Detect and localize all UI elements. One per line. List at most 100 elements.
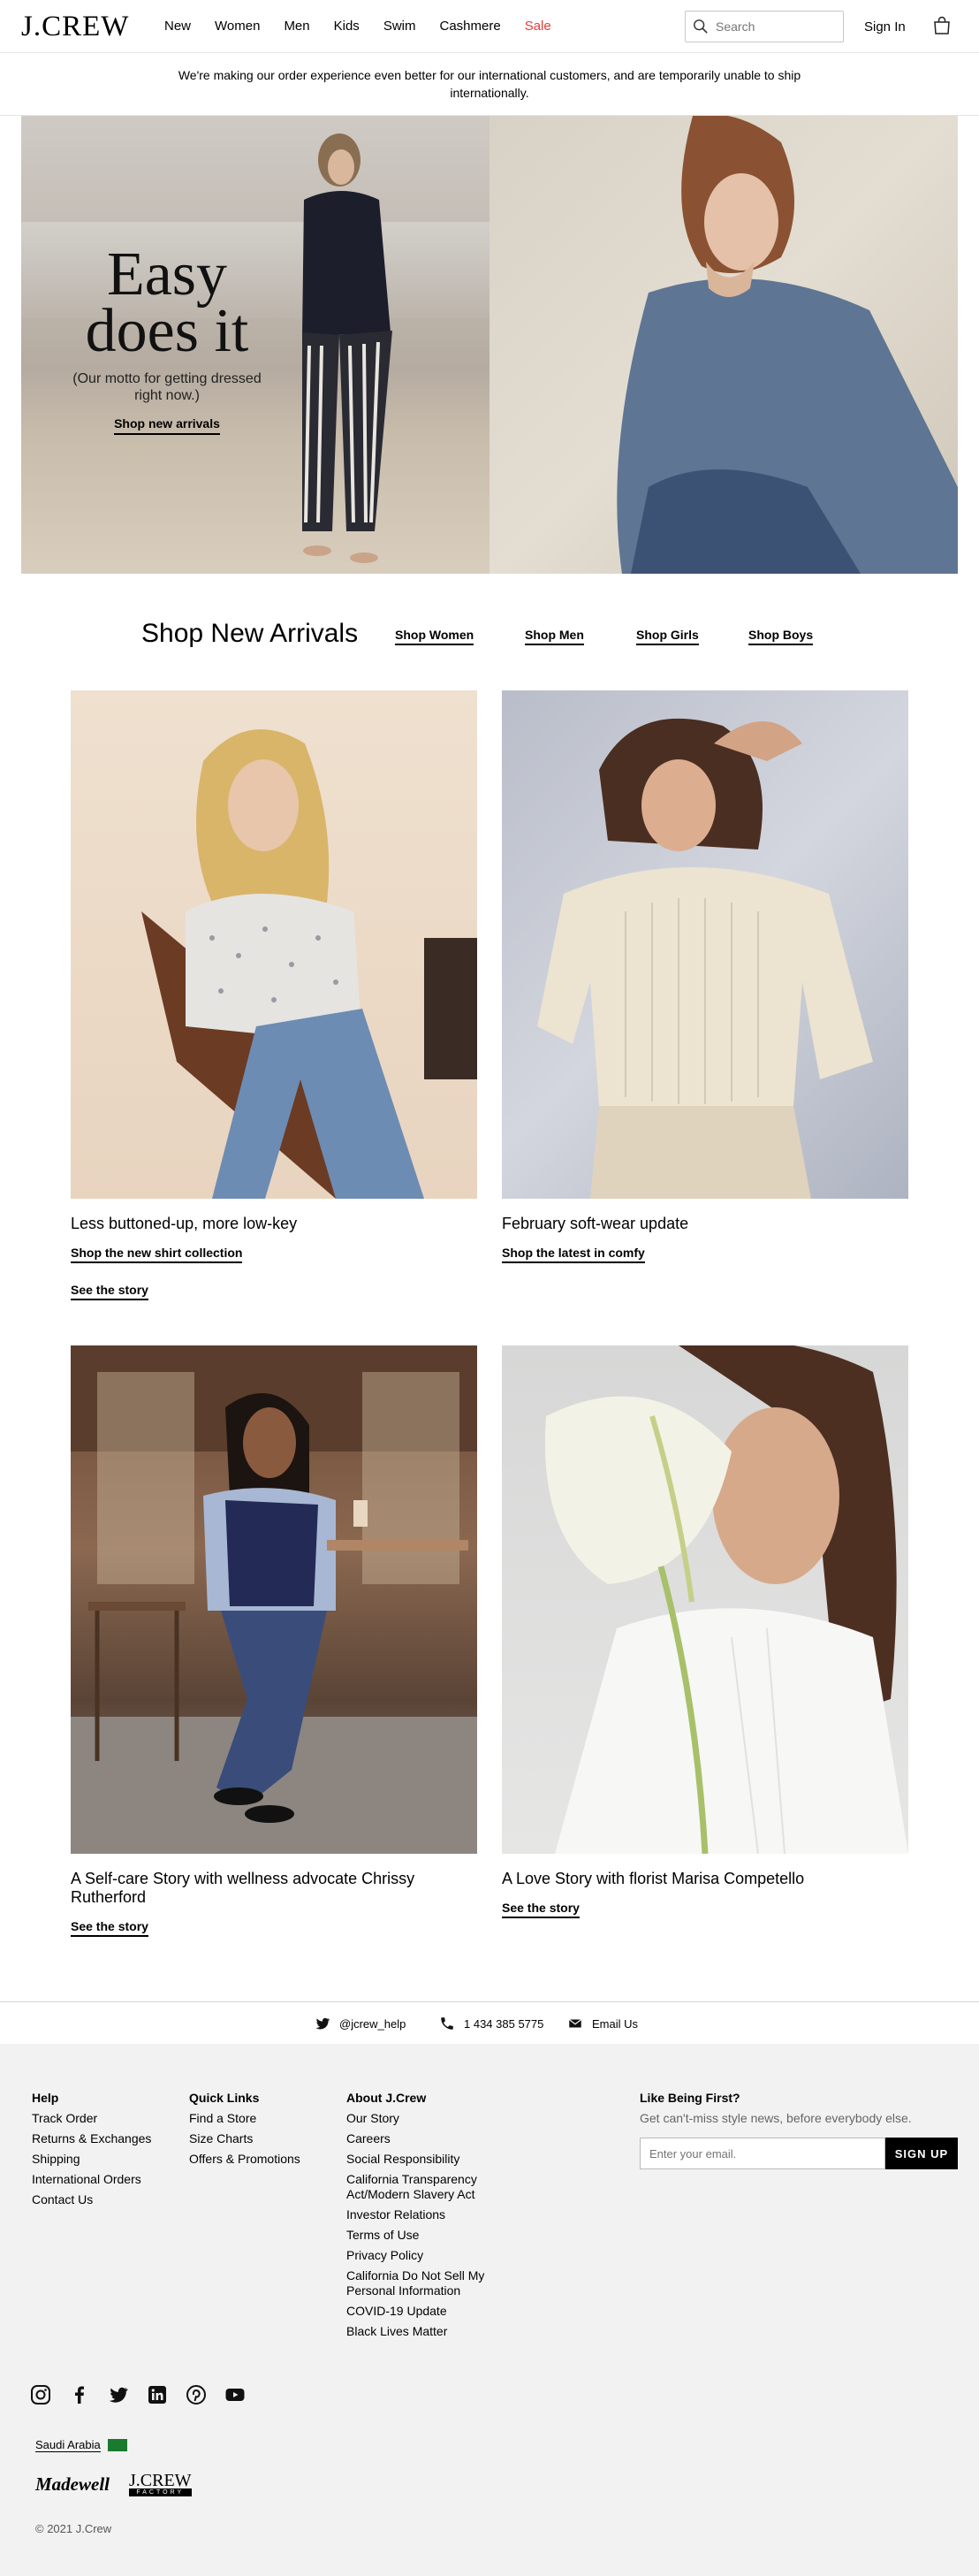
card-image-florist[interactable] bbox=[502, 1345, 908, 1854]
email-us-text: Email Us bbox=[592, 2016, 639, 2031]
shop-girls-link[interactable]: Shop Girls bbox=[636, 628, 699, 645]
newsletter-heading: Like Being First? bbox=[640, 2091, 740, 2105]
hero-beach-image[interactable]: Easy does it (Our motto for getting dres… bbox=[21, 116, 490, 574]
arrivals-title: Shop New Arrivals bbox=[141, 619, 359, 648]
footer-link-international[interactable]: International Orders bbox=[32, 2169, 151, 2190]
model-sweater-illustration bbox=[537, 718, 873, 1199]
twitter-icon-footer[interactable] bbox=[108, 2384, 129, 2405]
shop-shirt-collection-link[interactable]: Shop the new shirt collection bbox=[71, 1246, 243, 1263]
footer-link-contact[interactable]: Contact Us bbox=[32, 2190, 151, 2210]
phone-icon bbox=[441, 2017, 453, 2030]
hero-title-line1: Easy bbox=[106, 240, 228, 309]
footer-link-blm[interactable]: Black Lives Matter bbox=[346, 2321, 505, 2342]
jcrew-factory-logo-sub: FACTORY bbox=[129, 2488, 192, 2496]
nav-kids[interactable]: Kids bbox=[334, 19, 360, 34]
nav-cashmere[interactable]: Cashmere bbox=[439, 19, 500, 34]
shop-boys-link[interactable]: Shop Boys bbox=[748, 628, 814, 645]
footer-link-social-responsibility[interactable]: Social Responsibility bbox=[346, 2149, 505, 2169]
see-the-story-link-shirts[interactable]: See the story bbox=[71, 1283, 148, 1300]
footer-help-heading: Help bbox=[32, 2091, 59, 2105]
pinterest-icon[interactable] bbox=[186, 2384, 207, 2405]
see-the-story-link-florist[interactable]: See the story bbox=[502, 1901, 580, 1918]
footer-link-size-charts[interactable]: Size Charts bbox=[189, 2129, 300, 2149]
sister-brands: Madewell J.CREW FACTORY bbox=[35, 2471, 192, 2496]
site-header: J.CREW New Women Men Kids Swim Cashmere … bbox=[0, 0, 979, 53]
shopping-bag-icon[interactable] bbox=[931, 15, 952, 36]
jcrew-logo[interactable]: J.CREW bbox=[21, 11, 129, 43]
search-input[interactable] bbox=[716, 19, 839, 34]
newsletter-text: Get can't-miss style news, before everyb… bbox=[640, 2111, 912, 2125]
shop-women-link[interactable]: Shop Women bbox=[395, 628, 474, 645]
shop-latest-comfy-link[interactable]: Shop the latest in comfy bbox=[502, 1246, 645, 1263]
social-icons bbox=[30, 2384, 246, 2405]
card-image-softwear[interactable] bbox=[502, 690, 908, 1199]
search-box[interactable] bbox=[685, 11, 844, 42]
nav-sale[interactable]: Sale bbox=[525, 19, 551, 34]
story-card-softwear: February soft-wear update Shop the lates… bbox=[502, 690, 908, 1263]
shop-men-link[interactable]: Shop Men bbox=[525, 628, 584, 645]
instagram-icon[interactable] bbox=[30, 2384, 51, 2405]
story-card-selfcare: A Self-care Story with wellness advocate… bbox=[71, 1345, 477, 1937]
sign-up-button[interactable]: SIGN UP bbox=[885, 2138, 958, 2169]
footer-link-find-store[interactable]: Find a Store bbox=[189, 2108, 300, 2129]
footer-link-do-not-sell[interactable]: California Do Not Sell My Personal Infor… bbox=[346, 2268, 505, 2298]
notice-banner: We're making our order experience even b… bbox=[0, 54, 979, 116]
email-us-link[interactable]: Email Us bbox=[567, 2016, 638, 2031]
hero-section[interactable]: Easy does it (Our motto for getting dres… bbox=[21, 116, 958, 574]
story-card-florist: A Love Story with florist Marisa Compete… bbox=[502, 1345, 908, 1918]
footer-quick-heading: Quick Links bbox=[189, 2091, 260, 2105]
card-title-florist: A Love Story with florist Marisa Compete… bbox=[502, 1870, 805, 1887]
footer-link-offers[interactable]: Offers & Promotions bbox=[189, 2149, 300, 2169]
footer-link-terms[interactable]: Terms of Use bbox=[346, 2225, 505, 2245]
linkedin-icon[interactable] bbox=[147, 2384, 168, 2405]
footer-link-investor-relations[interactable]: Investor Relations bbox=[346, 2205, 505, 2225]
footer-about-heading: About J.Crew bbox=[346, 2091, 427, 2105]
youtube-icon[interactable] bbox=[224, 2384, 246, 2405]
newsletter-email-input[interactable] bbox=[640, 2138, 885, 2169]
footer-link-careers[interactable]: Careers bbox=[346, 2129, 505, 2149]
nav-swim[interactable]: Swim bbox=[383, 19, 416, 34]
jcrew-factory-logo[interactable]: J.CREW FACTORY bbox=[129, 2471, 192, 2496]
nav-new[interactable]: New bbox=[164, 19, 191, 34]
card-image-selfcare[interactable] bbox=[71, 1345, 477, 1854]
hero-text-block: Easy does it (Our motto for getting dres… bbox=[70, 240, 264, 435]
footer-quick-links-column: Quick Links Find a Store Size Charts Off… bbox=[189, 2088, 300, 2169]
shop-new-arrivals-link[interactable]: Shop new arrivals bbox=[114, 416, 220, 435]
footer-link-privacy[interactable]: Privacy Policy bbox=[346, 2245, 505, 2266]
country-name[interactable]: Saudi Arabia bbox=[35, 2438, 101, 2452]
footer-link-shipping[interactable]: Shipping bbox=[32, 2149, 151, 2169]
nav-men[interactable]: Men bbox=[284, 19, 309, 34]
footer-about-column: About J.Crew Our Story Careers Social Re… bbox=[346, 2088, 505, 2342]
footer-link-covid[interactable]: COVID-19 Update bbox=[346, 2301, 505, 2321]
sign-in-link[interactable]: Sign In bbox=[864, 19, 906, 34]
envelope-icon bbox=[568, 2019, 582, 2028]
model-with-flower-illustration bbox=[544, 1345, 908, 1854]
footer-link-our-story[interactable]: Our Story bbox=[346, 2108, 505, 2129]
cafe-scene-illustration bbox=[71, 1345, 477, 1854]
hero-model-illustration-2 bbox=[617, 116, 958, 574]
card-title-softwear: February soft-wear update bbox=[502, 1215, 689, 1232]
hero-denim-image[interactable] bbox=[490, 116, 958, 574]
hero-subtitle: (Our motto for getting dressed right now… bbox=[72, 371, 262, 403]
footer-link-returns[interactable]: Returns & Exchanges bbox=[32, 2129, 151, 2149]
facebook-icon[interactable] bbox=[69, 2384, 90, 2405]
notice-text: We're making our order experience even b… bbox=[178, 68, 801, 100]
model-in-chair-illustration bbox=[141, 729, 477, 1199]
card-title-selfcare: A Self-care Story with wellness advocate… bbox=[71, 1870, 415, 1906]
see-the-story-link-selfcare[interactable]: See the story bbox=[71, 1919, 148, 1937]
country-selector[interactable]: Saudi Arabia bbox=[35, 2438, 127, 2452]
twitter-icon bbox=[315, 2017, 330, 2030]
madewell-logo[interactable]: Madewell bbox=[35, 2473, 110, 2496]
phone-link[interactable]: 1 434 385 5775 bbox=[439, 2016, 543, 2031]
footer-link-track-order[interactable]: Track Order bbox=[32, 2108, 151, 2129]
jcrew-factory-logo-main: J.CREW bbox=[129, 2471, 192, 2490]
phone-number: 1 434 385 5775 bbox=[464, 2016, 544, 2031]
footer-help-column: Help Track Order Returns & Exchanges Shi… bbox=[32, 2088, 151, 2210]
footer-link-transparency-act[interactable]: California Transparency Act/Modern Slave… bbox=[346, 2172, 505, 2202]
copyright-text: © 2021 J.Crew bbox=[35, 2522, 112, 2535]
card-image-shirts[interactable] bbox=[71, 690, 477, 1199]
main-nav: New Women Men Kids Swim Cashmere Sale bbox=[164, 19, 575, 34]
newsletter-signup: Like Being First? Get can't-miss style n… bbox=[640, 2088, 958, 2169]
nav-women[interactable]: Women bbox=[215, 19, 260, 34]
twitter-help-link[interactable]: @jcrew_help bbox=[315, 2016, 406, 2031]
